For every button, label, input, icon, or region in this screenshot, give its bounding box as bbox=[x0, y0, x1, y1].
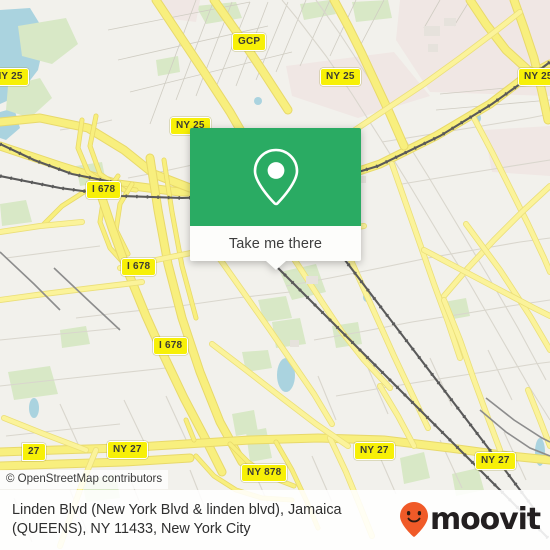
highway-shield: I 678 bbox=[86, 181, 122, 199]
map-canvas[interactable]: .bg { fill:#f2f1ec; } .water{ fill:#aad3… bbox=[0, 0, 550, 550]
popup-action-button[interactable]: Take me there bbox=[190, 226, 361, 270]
popup-header bbox=[190, 128, 361, 226]
highway-shield: NY 27 bbox=[107, 441, 148, 459]
highway-shield: I 678 bbox=[121, 258, 157, 276]
highway-shield: NY 878 bbox=[241, 464, 288, 482]
location-pin-icon bbox=[253, 148, 298, 206]
highway-shield: NY 25 bbox=[518, 68, 550, 86]
popup-action-label: Take me there bbox=[228, 235, 323, 252]
highway-shield: 27 bbox=[22, 443, 46, 461]
bottom-info-bar: Linden Blvd (New York Blvd & linden blvd… bbox=[0, 490, 550, 550]
popup-tail bbox=[265, 261, 286, 270]
highway-shield: NY 25 bbox=[0, 68, 29, 86]
address-label: Linden Blvd (New York Blvd & linden blvd… bbox=[12, 502, 342, 537]
map-screen: .bg { fill:#f2f1ec; } .water{ fill:#aad3… bbox=[0, 0, 550, 550]
highway-shield: NY 25 bbox=[320, 68, 361, 86]
moovit-logo[interactable]: moovit bbox=[399, 501, 541, 539]
map-popup-card[interactable]: Take me there bbox=[190, 128, 361, 270]
highway-shield: GCP bbox=[232, 33, 267, 51]
highway-shield: I 678 bbox=[153, 337, 189, 355]
osm-attribution[interactable]: © OpenStreetMap contributors bbox=[0, 470, 169, 489]
moovit-wordmark: moovit bbox=[429, 502, 541, 537]
highway-shield: NY 27 bbox=[475, 452, 516, 470]
highway-shield: NY 27 bbox=[354, 442, 395, 460]
moovit-pin-icon bbox=[399, 502, 428, 537]
